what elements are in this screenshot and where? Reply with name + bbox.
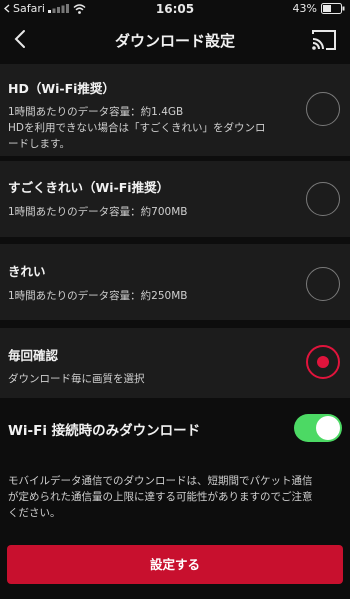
option-description: 1時間あたりのデータ容量：約250MB: [8, 288, 298, 304]
option-description: ダウンロード毎に画質を選択: [8, 371, 298, 387]
radio-dot: [317, 356, 329, 368]
wifi-only-row: Wi-Fi 接続時のみダウンロード: [0, 404, 350, 452]
status-right: 43%: [293, 2, 345, 15]
status-bar: Safari 16:05 43%: [0, 0, 350, 18]
option-desc-line: 1時間あたりのデータ容量：約700MB: [8, 206, 188, 218]
radio-button[interactable]: [306, 92, 340, 126]
option-desc-line: 1時間あたりのデータ容量：約1.4GB: [8, 106, 184, 118]
option-desc-line: 1時間あたりのデータ容量：約250MB: [8, 290, 188, 302]
quality-option-ask-every-time[interactable]: 毎回確認 ダウンロード毎に画質を選択: [0, 328, 350, 398]
notice-line: ください。: [8, 507, 61, 519]
option-desc-line: HDを利用できない場合は「すごくきれい」をダウンロ: [8, 122, 266, 134]
option-description: 1時間あたりのデータ容量：約1.4GB HDを利用できない場合は「すごくきれい」…: [8, 104, 298, 152]
quality-option-hd[interactable]: HD（Wi-Fi推奨） 1時間あたりのデータ容量：約1.4GB HDを利用できな…: [0, 64, 350, 156]
radio-button-selected[interactable]: [306, 345, 340, 379]
notice-line: が定められた通信量の上限に達する可能性がありますのでご注意: [8, 491, 313, 503]
page-title: ダウンロード設定: [114, 32, 235, 50]
submit-button[interactable]: 設定する: [7, 545, 343, 584]
battery-icon: [321, 3, 345, 14]
quality-option-very-high[interactable]: すごくきれい（Wi-Fi推奨） 1時間あたりのデータ容量：約700MB: [0, 161, 350, 237]
radio-button[interactable]: [306, 182, 340, 216]
mobile-data-notice: モバイルデータ通信でのダウンロードは、短期間でパケット通信 が定められた通信量の…: [8, 473, 344, 521]
wifi-only-toggle[interactable]: [294, 414, 342, 442]
option-title: 毎回確認: [8, 348, 59, 363]
option-desc-line: ードします。: [8, 138, 70, 150]
cast-icon[interactable]: [310, 28, 338, 52]
nav-bar: ダウンロード設定: [0, 18, 350, 62]
toggle-knob: [316, 416, 340, 440]
wifi-only-label: Wi-Fi 接続時のみダウンロード: [8, 423, 201, 439]
option-desc-line: ダウンロード毎に画質を選択: [8, 373, 145, 385]
radio-button[interactable]: [306, 267, 340, 301]
battery-percent: 43%: [292, 2, 317, 15]
option-title: きれい: [8, 264, 46, 279]
option-description: 1時間あたりのデータ容量：約700MB: [8, 204, 298, 220]
quality-option-high[interactable]: きれい 1時間あたりのデータ容量：約250MB: [0, 244, 350, 320]
notice-line: モバイルデータ通信でのダウンロードは、短期間でパケット通信: [8, 475, 313, 487]
option-title: HD（Wi-Fi推奨）: [8, 81, 115, 96]
option-title: すごくきれい（Wi-Fi推奨）: [8, 180, 170, 195]
